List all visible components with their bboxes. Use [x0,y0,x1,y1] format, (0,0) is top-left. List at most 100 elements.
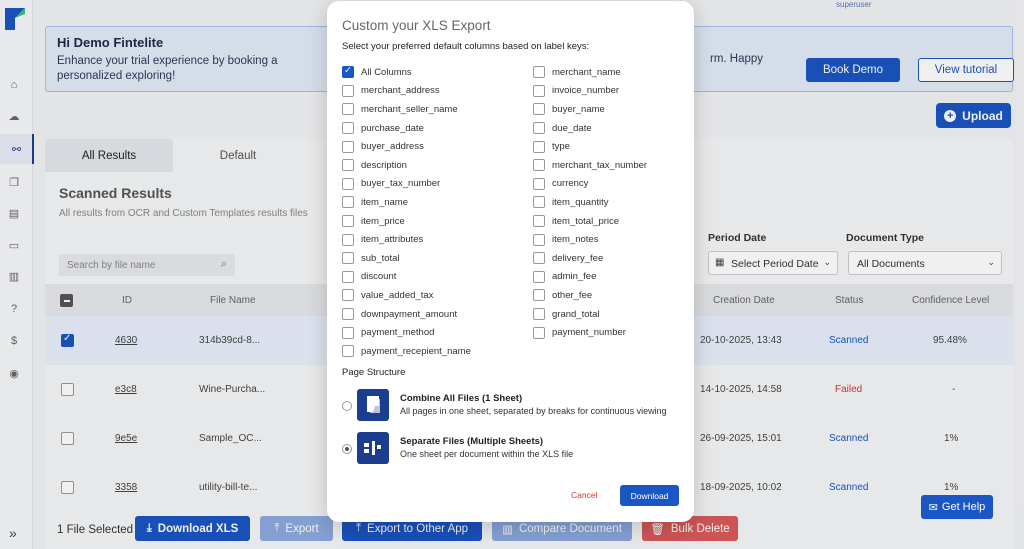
column-label: merchant_tax_number [552,159,648,171]
column-checkbox[interactable] [342,252,354,265]
column-checkbox[interactable] [342,84,354,97]
column-label: type [552,141,570,153]
column-option[interactable]: value_added_tax [342,286,471,305]
column-label: merchant_address [361,85,440,97]
column-option[interactable]: description [342,156,471,175]
column-label: All Columns [361,66,412,78]
column-option[interactable]: grand_total [533,305,647,324]
column-option[interactable]: downpayment_amount [342,305,471,324]
column-label: other_fee [552,289,593,301]
column-checkbox[interactable] [533,122,545,135]
column-options-left: All Columns merchant_address merchant_sell… [342,63,471,361]
column-checkbox[interactable] [342,65,354,79]
column-option[interactable]: type [533,137,647,156]
column-option[interactable]: item_notes [533,230,647,249]
column-option[interactable]: item_total_price [533,212,647,231]
column-checkbox[interactable] [342,289,354,302]
column-option[interactable]: merchant_tax_number [533,156,647,175]
column-label: description [361,159,407,171]
column-label: buyer_name [552,103,605,115]
column-checkbox[interactable] [533,326,545,339]
separate-desc: One sheet per document within the XLS fi… [400,449,574,459]
get-help-label: Get Help [941,501,986,513]
column-option[interactable]: payment_method [342,323,471,342]
column-checkbox[interactable] [533,159,545,172]
cancel-button[interactable]: Cancel [571,490,597,500]
column-option[interactable]: buyer_tax_number [342,175,471,194]
column-option[interactable]: delivery_fee [533,249,647,268]
column-label: due_date [552,122,592,134]
column-label: payment_number [552,327,626,339]
column-checkbox[interactable] [342,308,354,321]
column-option[interactable]: payment_number [533,323,647,342]
column-option[interactable]: item_name [342,193,471,212]
column-checkbox[interactable] [533,270,545,283]
column-checkbox[interactable] [342,270,354,283]
column-checkbox[interactable] [533,308,545,321]
column-option[interactable]: discount [342,268,471,287]
column-label: payment_recepient_name [361,345,471,357]
column-label: item_total_price [552,215,620,227]
column-checkbox[interactable] [533,252,545,265]
column-label: downpayment_amount [361,308,458,320]
column-checkbox[interactable] [533,103,545,116]
column-option[interactable]: currency [533,175,647,194]
column-options-right: merchant_name invoice_number buyer_namedue… [533,63,647,342]
combine-files-option[interactable]: Combine All Files (1 Sheet) All pages in… [342,389,687,423]
column-label: merchant_name [552,66,621,78]
column-option[interactable]: item_price [342,212,471,231]
column-option[interactable]: item_quantity [533,193,647,212]
separate-files-radio[interactable] [342,444,352,454]
download-button[interactable]: Download [620,485,679,506]
column-label: purchase_date [361,122,424,134]
column-option[interactable]: sub_total [342,249,471,268]
column-checkbox[interactable] [533,177,545,190]
column-label: grand_total [552,308,600,320]
column-option[interactable]: item_attributes [342,230,471,249]
column-label: currency [552,178,589,190]
page-structure-label: Page Structure [342,367,406,378]
column-option[interactable]: merchant_seller_name [342,100,471,119]
column-checkbox[interactable] [533,289,545,302]
column-checkbox[interactable] [342,233,354,246]
column-option[interactable]: invoice_number [533,82,647,101]
column-checkbox[interactable] [533,66,545,79]
column-checkbox[interactable] [342,103,354,116]
column-option[interactable]: due_date [533,119,647,138]
single-sheet-icon [357,389,389,421]
combine-desc: All pages in one sheet, separated by bre… [400,406,667,416]
modal-subtitle: Select your preferred default columns ba… [342,41,590,52]
column-option[interactable]: purchase_date [342,119,471,138]
column-checkbox[interactable] [533,215,545,228]
column-checkbox[interactable] [342,140,354,153]
column-checkbox[interactable] [533,84,545,97]
get-help-button[interactable]: ✉ Get Help [921,495,993,519]
column-checkbox[interactable] [342,196,354,209]
column-checkbox[interactable] [342,345,354,358]
column-option[interactable]: buyer_name [533,100,647,119]
column-checkbox[interactable] [533,233,545,246]
column-label: delivery_fee [552,252,604,264]
combine-files-radio[interactable] [342,401,352,411]
column-option[interactable]: admin_fee [533,268,647,287]
column-checkbox[interactable] [342,177,354,190]
chat-icon: ✉ [928,501,938,514]
column-option[interactable]: All Columns [342,63,471,82]
column-label: item_name [361,196,408,208]
column-checkbox[interactable] [342,159,354,172]
column-option[interactable]: merchant_name [533,63,647,82]
modal-title: Custom your XLS Export [342,18,491,33]
column-option[interactable]: other_fee [533,286,647,305]
column-option[interactable]: merchant_address [342,82,471,101]
column-option[interactable]: buyer_address [342,137,471,156]
column-checkbox[interactable] [342,215,354,228]
column-checkbox[interactable] [342,122,354,135]
combine-title: Combine All Files (1 Sheet) [400,393,523,404]
column-label: invoice_number [552,85,620,97]
column-option[interactable]: payment_recepient_name [342,342,471,361]
column-checkbox[interactable] [533,140,545,153]
column-checkbox[interactable] [533,196,545,209]
column-label: buyer_tax_number [361,178,441,190]
separate-files-option[interactable]: Separate Files (Multiple Sheets) One she… [342,432,687,466]
column-checkbox[interactable] [342,326,354,339]
